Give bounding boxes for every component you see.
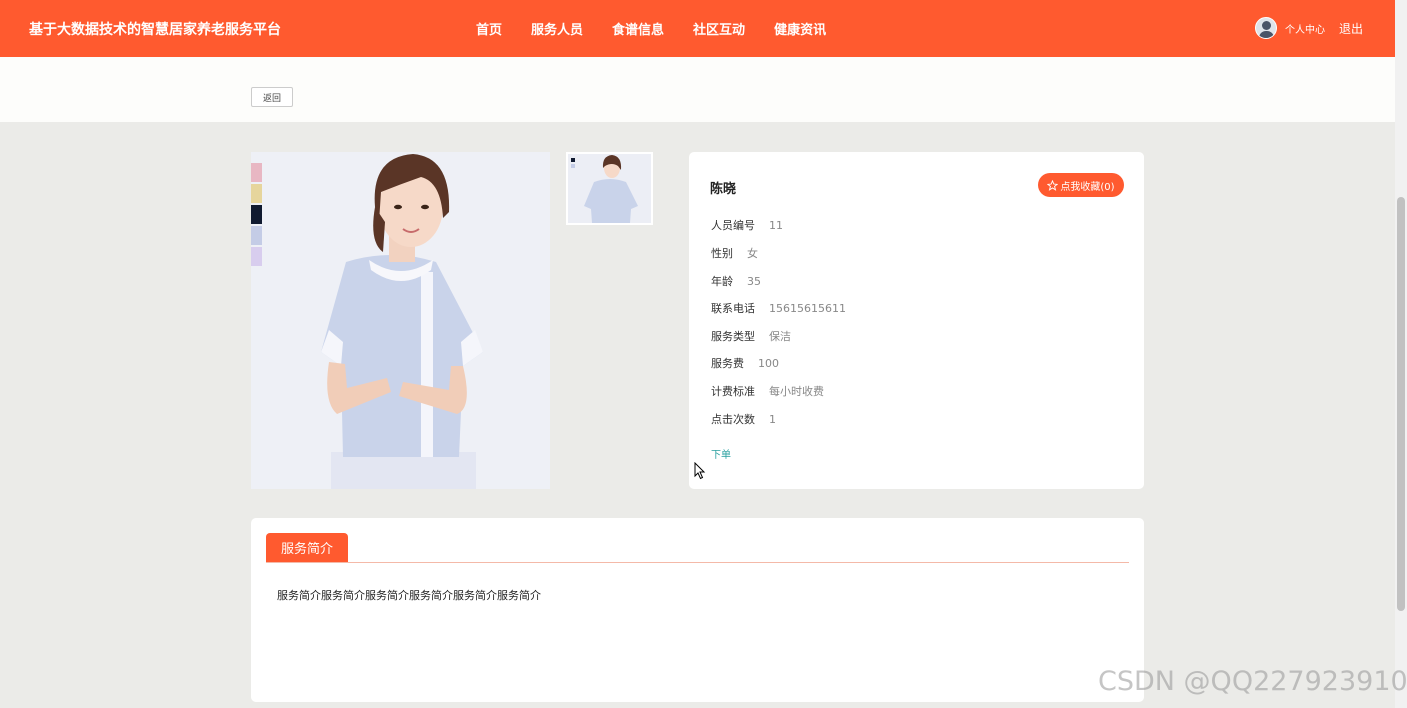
tab-divider bbox=[266, 562, 1129, 563]
subheader: 返回 bbox=[0, 57, 1395, 122]
nav-health-news[interactable]: 健康资讯 bbox=[774, 19, 826, 38]
user-area: 个人中心 退出 bbox=[1255, 17, 1363, 39]
field-billing-standard: 计费标准 每小时收费 bbox=[711, 383, 824, 399]
staff-photo-image bbox=[251, 152, 550, 489]
logout-link[interactable]: 退出 bbox=[1339, 20, 1363, 37]
field-click-count: 点击次数 1 bbox=[711, 411, 776, 427]
field-label: 联系电话 bbox=[711, 302, 755, 315]
main-nav: 首页 服务人员 食谱信息 社区互动 健康资讯 bbox=[476, 19, 855, 38]
swatch-lavender bbox=[251, 247, 262, 266]
field-value: 女 bbox=[747, 247, 758, 260]
field-phone: 联系电话 15615615611 bbox=[711, 300, 846, 316]
staff-info-card: 陈晓 点我收藏(0) 人员编号 11 性别 女 年龄 35 联系电话 15615… bbox=[689, 152, 1144, 489]
field-label: 计费标准 bbox=[711, 385, 755, 398]
mouse-cursor-icon bbox=[694, 462, 706, 480]
avatar[interactable] bbox=[1255, 17, 1277, 39]
field-label: 服务类型 bbox=[711, 330, 755, 343]
field-label: 年龄 bbox=[711, 275, 733, 288]
swatch-navy bbox=[251, 205, 262, 224]
field-service-type: 服务类型 保洁 bbox=[711, 328, 791, 344]
swatch-pink bbox=[251, 163, 262, 182]
main-photo bbox=[251, 152, 550, 489]
watermark: CSDN @QQ2279239102 bbox=[1098, 666, 1407, 697]
field-value: 15615615611 bbox=[769, 302, 846, 315]
order-link[interactable]: 下单 bbox=[711, 446, 731, 461]
nav-service-staff[interactable]: 服务人员 bbox=[531, 19, 583, 38]
field-age: 年龄 35 bbox=[711, 273, 761, 289]
nav-recipes[interactable]: 食谱信息 bbox=[612, 19, 664, 38]
top-navbar: 基于大数据技术的智慧居家养老服务平台 首页 服务人员 食谱信息 社区互动 健康资… bbox=[0, 0, 1395, 57]
nav-community[interactable]: 社区互动 bbox=[693, 19, 745, 38]
favorite-button[interactable]: 点我收藏(0) bbox=[1038, 173, 1124, 197]
field-gender: 性别 女 bbox=[711, 245, 758, 261]
photo-thumbnail[interactable] bbox=[566, 152, 653, 225]
favorite-label: 点我收藏(0) bbox=[1060, 181, 1115, 193]
site-title: 基于大数据技术的智慧居家养老服务平台 bbox=[29, 22, 281, 38]
star-icon bbox=[1047, 179, 1059, 191]
field-label: 点击次数 bbox=[711, 413, 755, 426]
field-value: 11 bbox=[769, 219, 783, 232]
staff-name: 陈晓 bbox=[710, 182, 737, 197]
field-staff-id: 人员编号 11 bbox=[711, 217, 783, 233]
page-scrollbar[interactable] bbox=[1395, 0, 1407, 708]
field-label: 性别 bbox=[711, 247, 733, 260]
nav-home[interactable]: 首页 bbox=[476, 19, 502, 38]
swatch-blue bbox=[251, 226, 262, 245]
service-intro-card: 服务简介 服务简介服务简介服务简介服务简介服务简介服务简介 bbox=[251, 518, 1144, 702]
field-service-fee: 服务费 100 bbox=[711, 355, 779, 371]
field-value: 每小时收费 bbox=[769, 385, 824, 398]
swatch-yellow bbox=[251, 184, 262, 203]
back-button[interactable]: 返回 bbox=[251, 87, 293, 107]
service-intro-text: 服务简介服务简介服务简介服务简介服务简介服务简介 bbox=[277, 589, 541, 602]
user-center-link[interactable]: 个人中心 bbox=[1285, 21, 1325, 36]
field-value: 1 bbox=[769, 413, 776, 426]
tab-service-intro[interactable]: 服务简介 bbox=[266, 533, 348, 562]
field-value: 35 bbox=[747, 275, 761, 288]
field-label: 人员编号 bbox=[711, 219, 755, 232]
scrollbar-thumb[interactable] bbox=[1397, 197, 1405, 611]
field-label: 服务费 bbox=[711, 357, 744, 370]
field-value: 保洁 bbox=[769, 330, 791, 343]
color-swatches bbox=[251, 163, 262, 268]
thumbnail-image bbox=[568, 154, 651, 223]
field-value: 100 bbox=[758, 357, 779, 370]
